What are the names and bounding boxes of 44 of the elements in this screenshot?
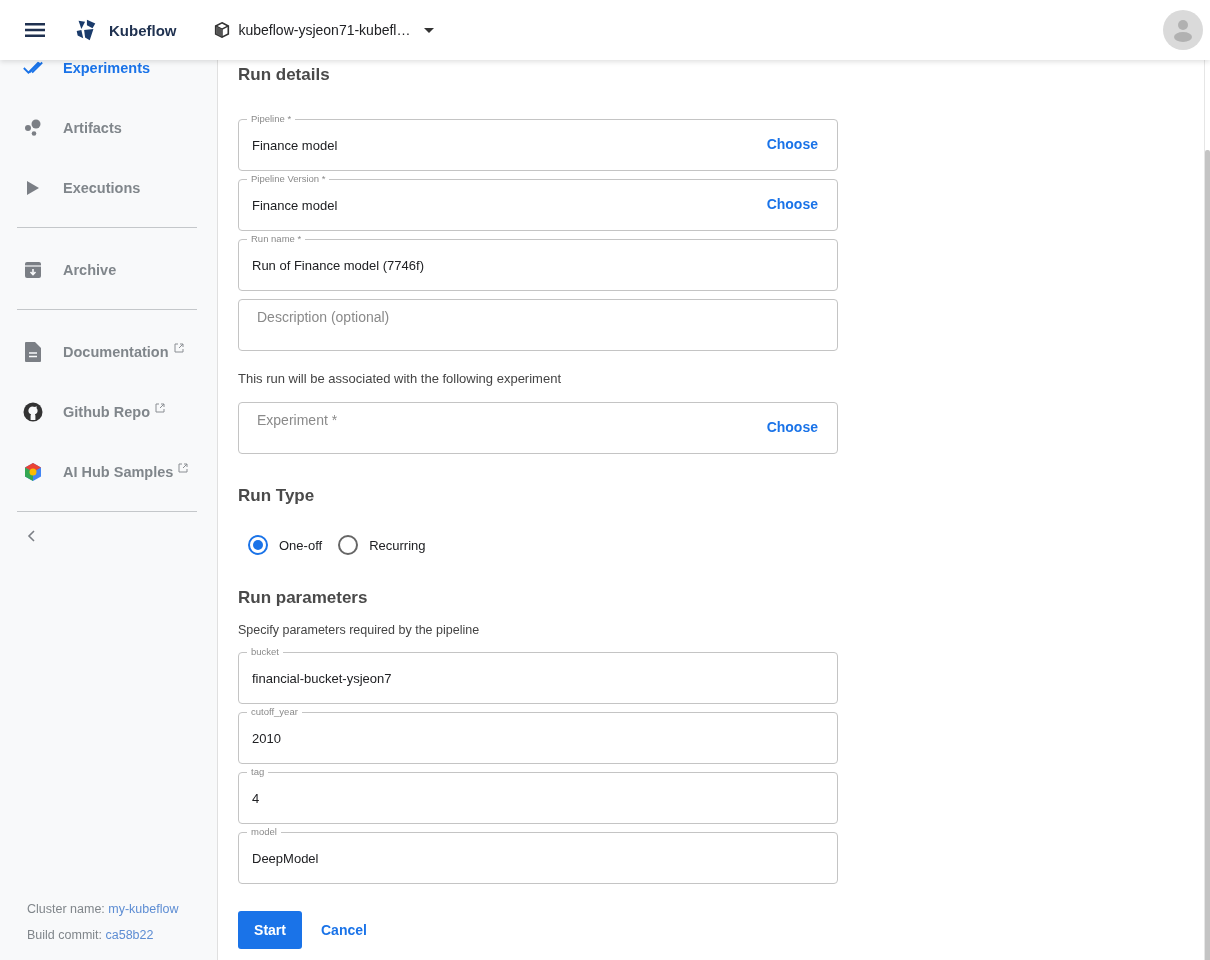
- sidebar-item[interactable]: Artifacts: [0, 98, 217, 158]
- sidebar-item[interactable]: Github Repo: [0, 382, 217, 442]
- section-title: Run Type: [238, 485, 316, 507]
- section-title: Run parameters: [238, 587, 369, 609]
- footer-label: Build commit:: [27, 928, 103, 942]
- radio-option[interactable]: Recurring: [338, 535, 426, 555]
- box-icon: [212, 21, 231, 39]
- play-icon: [27, 181, 39, 195]
- field-label: Pipeline *: [247, 113, 296, 125]
- field-label: cutoff_year: [247, 706, 302, 718]
- helper-text: Specify parameters required by the pipeline: [238, 623, 481, 637]
- footer-label: Cluster name:: [27, 902, 105, 916]
- radio-button[interactable]: [338, 535, 359, 555]
- cancel-button[interactable]: Cancel: [321, 922, 367, 938]
- radio-button[interactable]: [248, 535, 268, 555]
- scrollbar[interactable]: [1204, 60, 1210, 960]
- document-icon: [25, 342, 41, 362]
- sidebar-item[interactable]: Executions: [0, 158, 217, 218]
- field-label: model: [247, 826, 281, 838]
- chevron-left-icon[interactable]: [27, 530, 35, 542]
- caret-icon: [424, 27, 435, 33]
- section-title: Run details: [238, 64, 331, 86]
- choose-button[interactable]: Choose: [766, 196, 818, 212]
- choose-button[interactable]: Choose: [766, 136, 818, 152]
- start-button[interactable]: Start: [238, 911, 302, 949]
- sidebar-item[interactable]: Documentation: [0, 322, 217, 382]
- namespace-selector[interactable]: kubeflow-ysjeon71-kubefl…: [212, 21, 435, 39]
- radio-option[interactable]: One-off: [248, 535, 323, 555]
- brand-name: Kubeflow: [109, 21, 177, 39]
- text-field[interactable]: Description (optional): [238, 299, 838, 351]
- choose-button[interactable]: Choose: [766, 419, 818, 435]
- dots-icon: [23, 118, 43, 138]
- footer-link[interactable]: ca58b22: [105, 928, 154, 942]
- field-label: tag: [247, 766, 269, 778]
- sidebar-item[interactable]: Archive: [0, 240, 217, 300]
- sidebar-item[interactable]: Experiments: [0, 60, 217, 98]
- sidebar-item[interactable]: AI Hub Samples: [0, 442, 217, 502]
- field-label: Pipeline Version *: [247, 173, 330, 185]
- hexagon-icon: [23, 462, 43, 482]
- field-label: Run name *: [247, 233, 306, 245]
- field-label: bucket: [247, 646, 283, 658]
- archive-icon: [24, 261, 42, 279]
- helper-text: This run will be associated with the following experiment: [238, 371, 562, 386]
- footer-link[interactable]: my-kubeflow: [108, 902, 179, 916]
